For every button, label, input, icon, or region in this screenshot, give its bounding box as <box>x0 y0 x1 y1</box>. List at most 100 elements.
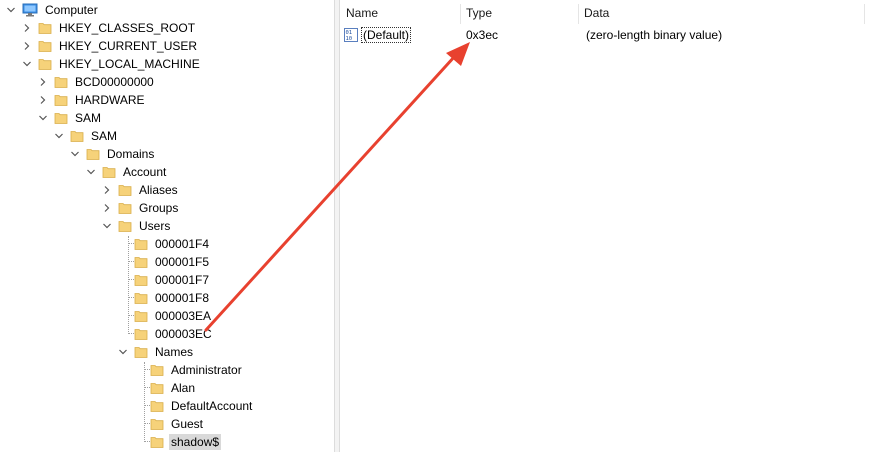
tree-item-hkey-local-machine[interactable]: HKEY_LOCAL_MACHINE <box>22 55 202 73</box>
tree-label: Alan <box>171 381 196 395</box>
tree-item-aliases[interactable]: Aliases <box>102 181 180 199</box>
tree-item-name-key-selected[interactable]: shadow$ <box>134 433 222 451</box>
tree-label: DefaultAccount <box>171 399 253 413</box>
value-name-cell: 01 10 (Default) <box>344 26 412 44</box>
registry-tree[interactable]: Computer HKEY_CLASSES_ROOT HKEY_CURRENT_… <box>0 0 333 452</box>
folder-open-icon <box>54 111 68 125</box>
tree-label: Guest <box>171 417 204 431</box>
folder-open-icon <box>86 147 100 161</box>
tree-item-sam-inner[interactable]: SAM <box>54 127 119 145</box>
tree-item-hkey-classes-root[interactable]: HKEY_CLASSES_ROOT <box>22 19 197 37</box>
folder-icon <box>38 57 52 71</box>
folder-icon <box>134 255 148 269</box>
tree-label: SAM <box>75 111 102 125</box>
chevron-down-icon[interactable] <box>54 131 64 141</box>
folder-icon <box>134 327 148 341</box>
chevron-down-icon[interactable] <box>38 113 48 123</box>
tree-item-users[interactable]: Users <box>102 217 172 235</box>
tree-item-name-key[interactable]: Administrator <box>134 361 244 379</box>
tree-item-name-key[interactable]: Guest <box>134 415 205 433</box>
folder-icon <box>38 21 52 35</box>
value-name[interactable]: (Default) <box>361 27 412 43</box>
column-header-type[interactable]: Type <box>460 0 578 26</box>
chevron-down-icon[interactable] <box>6 5 16 15</box>
folder-icon <box>150 399 164 413</box>
tree-item-user-key[interactable]: 000001F7 <box>118 271 211 289</box>
tree-item-user-key[interactable]: 000001F4 <box>118 235 211 253</box>
chevron-right-icon[interactable] <box>38 77 48 87</box>
folder-open-icon <box>118 219 132 233</box>
chevron-right-icon[interactable] <box>22 23 32 33</box>
folder-icon <box>54 75 68 89</box>
chevron-down-icon[interactable] <box>22 59 32 69</box>
tree-label: BCD00000000 <box>75 75 154 89</box>
value-type: 0x3ec <box>466 28 499 42</box>
tree-item-names[interactable]: Names <box>118 343 195 361</box>
folder-open-icon <box>102 165 116 179</box>
tree-item-sam[interactable]: SAM <box>38 109 103 127</box>
folder-icon <box>54 93 68 107</box>
folder-icon <box>150 363 164 377</box>
computer-icon <box>22 3 38 17</box>
tree-label: 000003EA <box>155 309 212 323</box>
folder-icon <box>134 291 148 305</box>
folder-icon <box>118 201 132 215</box>
folder-icon <box>150 417 164 431</box>
chevron-right-icon[interactable] <box>22 41 32 51</box>
tree-item-computer[interactable]: Computer <box>6 1 100 19</box>
folder-icon <box>134 273 148 287</box>
tree-item-user-key[interactable]: 000001F5 <box>118 253 211 271</box>
tree-label: 000001F7 <box>155 273 210 287</box>
column-header-name[interactable]: Name <box>340 0 460 26</box>
tree-label: SAM <box>91 129 118 143</box>
tree-item-user-key[interactable]: 000003EC <box>118 325 214 343</box>
tree-label: 000003EC <box>155 327 212 341</box>
chevron-right-icon[interactable] <box>102 203 112 213</box>
tree-label: HKEY_CURRENT_USER <box>59 39 198 53</box>
tree-item-groups[interactable]: Groups <box>102 199 180 217</box>
tree-item-name-key[interactable]: DefaultAccount <box>134 397 254 415</box>
tree-label: Users <box>139 219 171 233</box>
tree-item-name-key[interactable]: Alan <box>134 379 197 397</box>
chevron-down-icon[interactable] <box>118 347 128 357</box>
svg-text:10: 10 <box>346 36 353 42</box>
folder-icon <box>134 309 148 323</box>
folder-open-icon <box>70 129 84 143</box>
tree-label: HKEY_CLASSES_ROOT <box>59 21 196 35</box>
tree-item-user-key[interactable]: 000003EA <box>118 307 213 325</box>
binary-value-icon: 01 10 <box>344 28 358 42</box>
folder-icon <box>150 435 164 449</box>
tree-item-hkey-current-user[interactable]: HKEY_CURRENT_USER <box>22 37 199 55</box>
folder-open-icon <box>134 345 148 359</box>
chevron-down-icon[interactable] <box>102 221 112 231</box>
tree-item-hardware[interactable]: HARDWARE <box>38 91 147 109</box>
tree-label: 000001F5 <box>155 255 210 269</box>
column-header-data[interactable]: Data <box>578 0 864 26</box>
folder-icon <box>118 183 132 197</box>
tree-item-bcd[interactable]: BCD00000000 <box>38 73 156 91</box>
tree-label: 000001F8 <box>155 291 210 305</box>
tree-item-user-key[interactable]: 000001F8 <box>118 289 211 307</box>
folder-icon <box>150 381 164 395</box>
tree-label: Domains <box>107 147 155 161</box>
folder-icon <box>38 39 52 53</box>
tree-label: HARDWARE <box>75 93 145 107</box>
value-data: (zero-length binary value) <box>586 28 723 42</box>
tree-label: Administrator <box>171 363 242 377</box>
values-list[interactable]: Name Type Data 01 10 (Default) 0x3ec (ze… <box>340 0 874 452</box>
tree-label: Names <box>155 345 194 359</box>
tree-label: Aliases <box>139 183 178 197</box>
value-row[interactable]: 01 10 (Default) 0x3ec (zero-length binar… <box>340 26 874 44</box>
tree-label: Computer <box>45 3 98 17</box>
tree-label: Groups <box>139 201 179 215</box>
tree-item-domains[interactable]: Domains <box>70 145 156 163</box>
chevron-right-icon[interactable] <box>102 185 112 195</box>
column-separator[interactable] <box>864 4 865 24</box>
tree-label: 000001F4 <box>155 237 210 251</box>
chevron-right-icon[interactable] <box>38 95 48 105</box>
tree-label: shadow$ <box>169 434 222 450</box>
chevron-down-icon[interactable] <box>86 167 96 177</box>
chevron-down-icon[interactable] <box>70 149 80 159</box>
tree-label: Account <box>123 165 167 179</box>
tree-item-account[interactable]: Account <box>86 163 168 181</box>
